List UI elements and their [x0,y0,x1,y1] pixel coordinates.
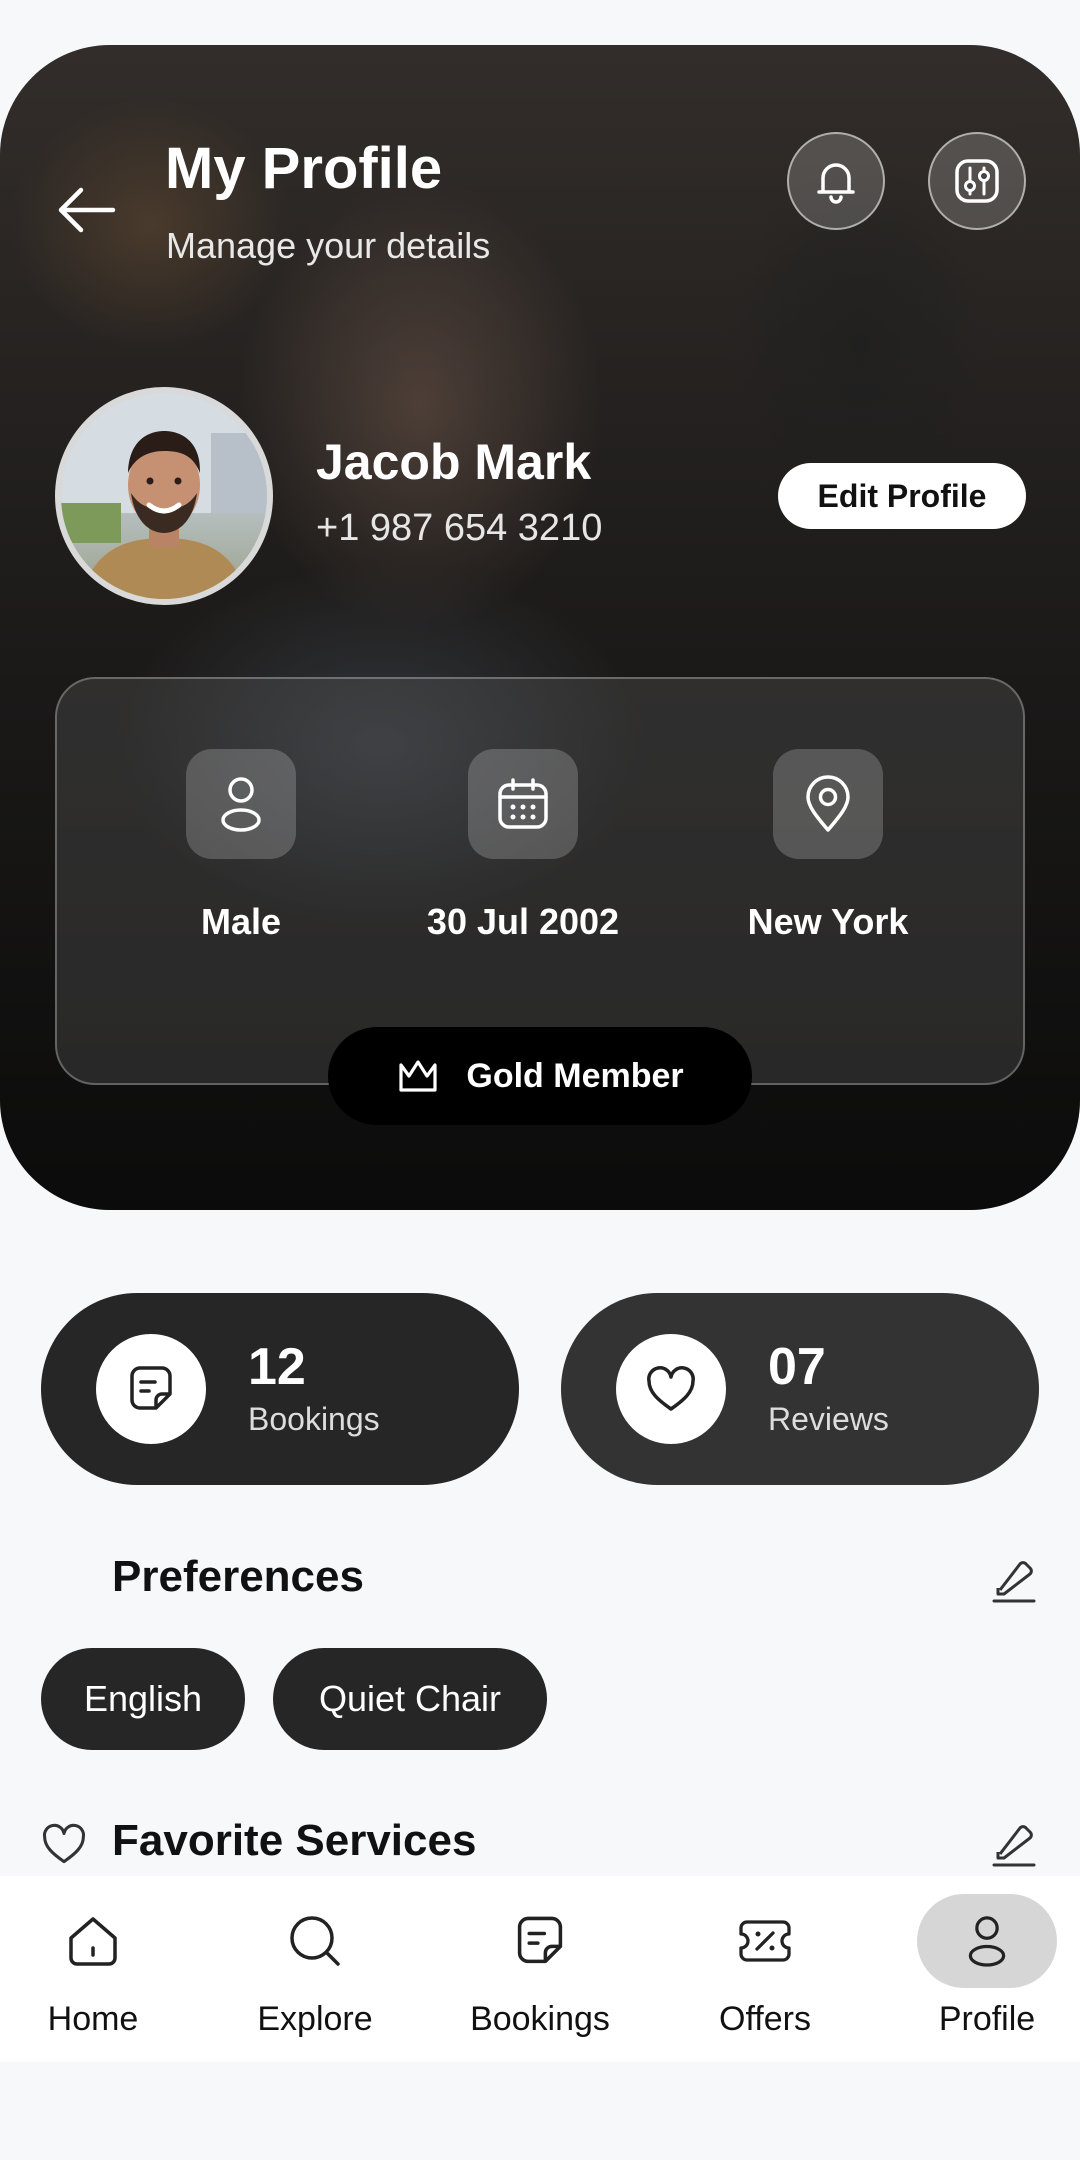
location-pin-icon [806,775,850,832]
arrow-left-icon [58,187,116,233]
home-icon [69,1917,117,1966]
membership-label: Gold Member [466,1056,684,1095]
bookings-label: Bookings [248,1400,380,1437]
location-value: New York [747,901,909,942]
pencil-icon [992,1561,1036,1603]
preference-chip[interactable]: English [41,1648,245,1750]
bookings-count: 12 [248,1337,306,1396]
heart-icon [647,1366,695,1411]
reviews-stat-card[interactable]: 07 Reviews [561,1293,1039,1485]
avatar[interactable] [55,387,273,605]
nav-home-label: Home [47,2000,139,2038]
nav-offers-label: Offers [719,2000,811,2038]
edit-profile-button[interactable]: Edit Profile [778,463,1026,529]
ticket-icon [739,1920,791,1962]
bottom-navigation: Home Explore Bookings Offers Profile [0,1876,1080,2062]
reviews-count: 07 [768,1337,826,1396]
edit-favorites-button[interactable] [990,1820,1038,1868]
profile-details-card: Male 30 Jul 2002 New York [55,677,1025,1085]
document-icon [130,1366,172,1410]
reviews-label: Reviews [768,1400,889,1437]
page-subtitle: Manage your details [166,225,491,266]
detail-gender: Male [111,749,371,943]
detail-dob: 30 Jul 2002 [393,749,653,943]
bell-icon [817,163,855,204]
preference-chip[interactable]: Quiet Chair [273,1648,547,1750]
back-button[interactable] [55,185,117,235]
search-icon [290,1916,340,1966]
nav-profile-label: Profile [938,2000,1036,2038]
settings-button[interactable] [928,132,1026,230]
gender-value: Male [200,901,282,942]
nav-explore[interactable]: Explore [220,1894,410,2039]
nav-profile[interactable]: Profile [892,1894,1080,2039]
user-phone: +1 987 654 3210 [316,507,603,549]
edit-preferences-button[interactable] [990,1556,1038,1604]
detail-location: New York [698,749,958,943]
favorites-title: Favorite Services [112,1816,477,1865]
avatar-portrait [61,393,267,599]
bookings-stat-card[interactable]: 12 Bookings [41,1293,519,1485]
user-name: Jacob Mark [316,434,592,490]
crown-icon [399,1060,437,1092]
user-icon [968,1916,1006,1967]
nav-offers[interactable]: Offers [670,1894,860,2039]
favorites-heart-icon [40,1822,88,1871]
nav-bookings[interactable]: Bookings [445,1894,635,2039]
nav-explore-label: Explore [257,2000,373,2038]
preferences-title: Preferences [112,1552,364,1601]
calendar-icon [498,778,548,829]
pencil-icon [992,1825,1036,1867]
dob-value: 30 Jul 2002 [426,901,620,942]
sliders-icon [955,159,999,203]
nav-home[interactable]: Home [0,1894,188,2039]
notifications-button[interactable] [787,132,885,230]
membership-badge: Gold Member [328,1027,752,1125]
page-title: My Profile [165,136,443,201]
nav-bookings-label: Bookings [470,2000,610,2038]
profile-hero: My Profile Manage your details Jacob Mar… [0,45,1080,1210]
user-icon [221,777,261,832]
document-icon [517,1916,563,1964]
